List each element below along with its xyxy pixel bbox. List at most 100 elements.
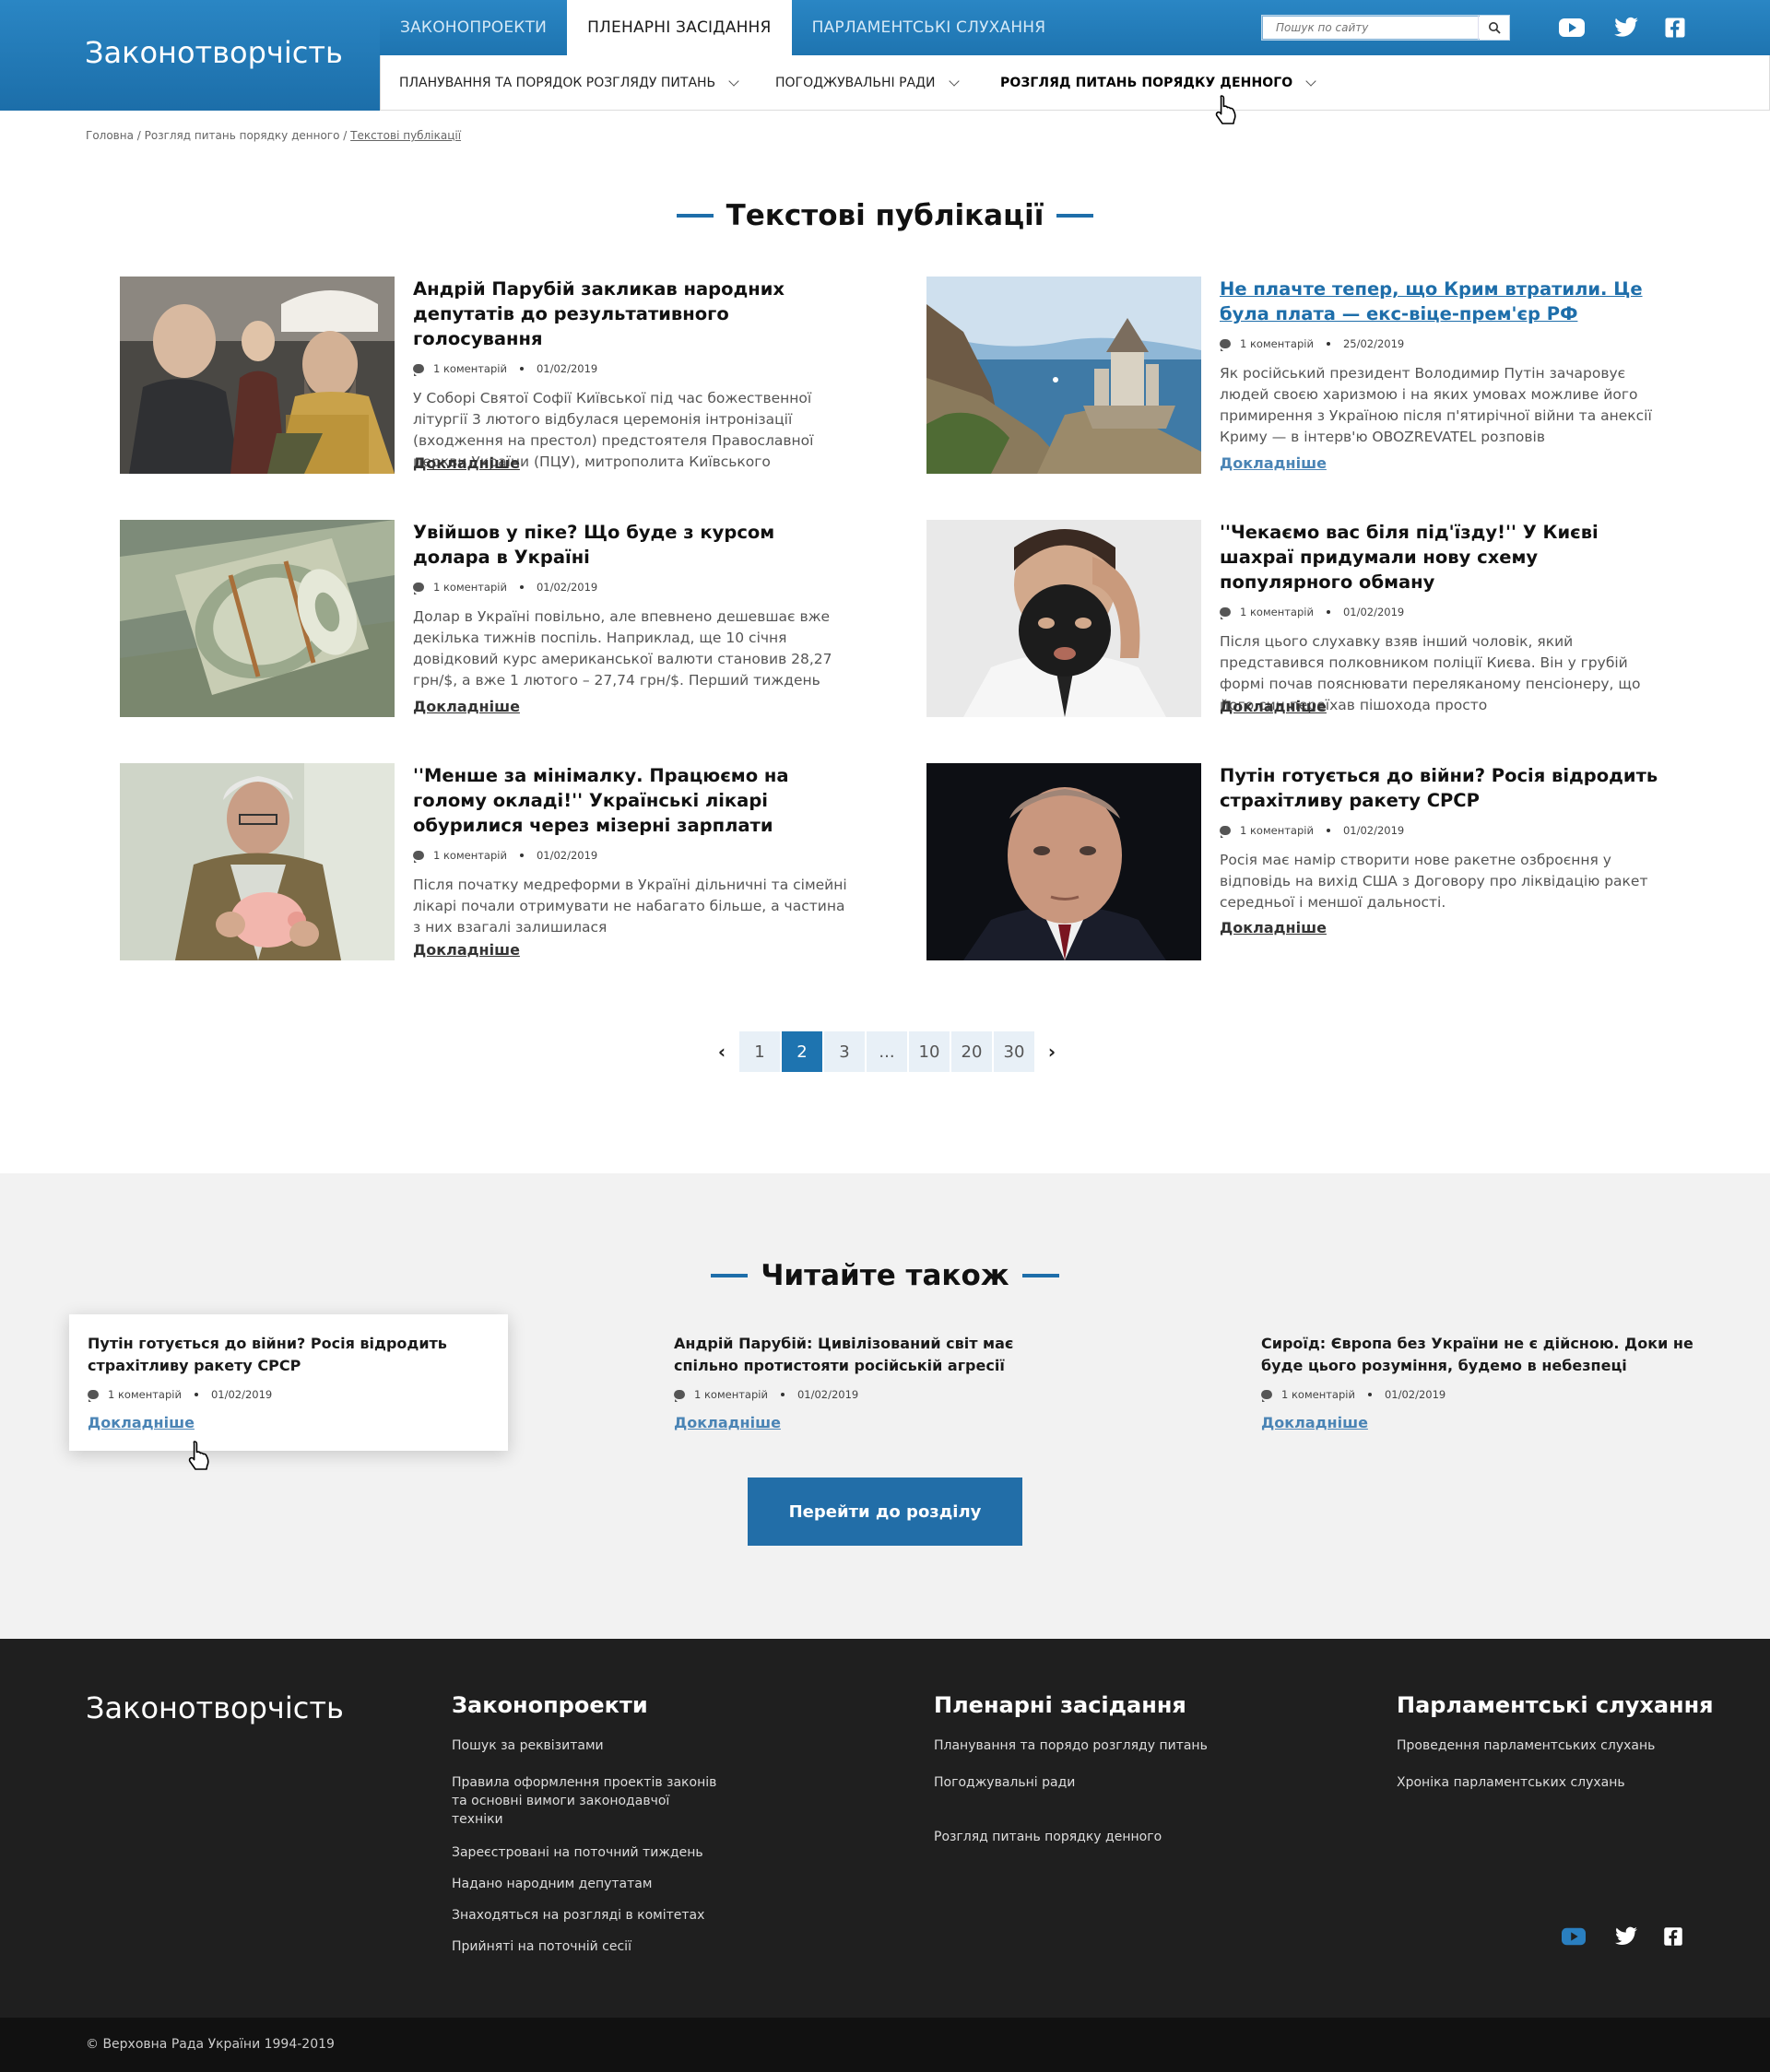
meta-separator: [780, 1393, 785, 1396]
pagination-prev-button[interactable]: ‹: [706, 1031, 738, 1072]
chevron-down-icon: [728, 75, 739, 87]
article-image-castle[interactable]: [926, 277, 1201, 474]
site-logo[interactable]: Законотворчість: [0, 0, 380, 111]
search-input[interactable]: [1262, 16, 1480, 40]
card-title[interactable]: Андрій Парубій: Цивілізований світ має с…: [674, 1333, 1076, 1377]
pagination-page[interactable]: 1: [739, 1031, 780, 1072]
breadcrumb-home[interactable]: Головна: [86, 129, 134, 142]
article-image-portrait[interactable]: [926, 763, 1201, 960]
copyright-text: © Верховна Рада України 1994-2019: [86, 2037, 335, 2052]
article-body: Андрій Парубій закликав народних депутат…: [413, 277, 856, 473]
article-body: Путін готується до війни? Росія відродит…: [1220, 763, 1662, 913]
article-title[interactable]: Увійшов у піке? Що буде з курсом долара …: [413, 520, 856, 570]
pagination-page[interactable]: 30: [994, 1031, 1034, 1072]
go-to-section-button[interactable]: Перейти до розділу: [748, 1477, 1022, 1546]
read-more-link[interactable]: Докладніше: [1220, 698, 1327, 715]
article-meta: 1 коментарій 01/02/2019: [413, 581, 856, 595]
breadcrumb-current[interactable]: Текстові публікації: [350, 129, 461, 142]
article-image-mask[interactable]: [926, 520, 1201, 717]
twitter-icon[interactable]: [1612, 15, 1640, 41]
read-also-card[interactable]: Путін готується до війни? Росія відродит…: [69, 1314, 508, 1451]
comment-count: 1 коментарій: [108, 1388, 182, 1401]
article-body: Увійшов у піке? Що буде з курсом долара …: [413, 520, 856, 691]
article-title[interactable]: Андрій Парубій закликав народних депутат…: [413, 277, 856, 351]
meta-separator: [1326, 342, 1330, 346]
tab-zakonoproekty[interactable]: ЗАКОНОПРОЕКТИ: [380, 0, 567, 55]
article-date: 01/02/2019: [536, 849, 598, 862]
article-excerpt: Росія має намір створити нове ракетне оз…: [1220, 852, 1648, 911]
pagination-next-button[interactable]: ›: [1036, 1031, 1068, 1072]
article-body: ''Менше за мінімалку. Працюємо на голому…: [413, 763, 856, 938]
footer-link[interactable]: Розгляд питань порядку денного: [934, 1828, 1208, 1846]
read-also-card[interactable]: Сироїд: Європа без України не є дійсною.…: [1243, 1314, 1722, 1451]
footer-column-title: Законопроекти: [452, 1692, 648, 1718]
article-image-dollars[interactable]: [120, 520, 395, 717]
read-more-link[interactable]: Докладніше: [1261, 1414, 1368, 1431]
article-title[interactable]: Не плачте тепер, що Крим втратили. Це бу…: [1220, 277, 1662, 326]
footer-link[interactable]: Знаходяться на розгляді в комітетах: [452, 1906, 719, 1925]
card-title[interactable]: Сироїд: Європа без України не є дійсною.…: [1261, 1333, 1704, 1377]
article-image-clergy[interactable]: [120, 277, 395, 474]
footer-twitter-icon[interactable]: [1613, 1925, 1639, 1952]
search-box: [1261, 15, 1510, 41]
card-meta: 1 коментарій 01/02/2019: [674, 1388, 1076, 1402]
footer-link[interactable]: Проведення парламентських слухань: [1397, 1736, 1714, 1755]
breadcrumb: Головна / Розгляд питань порядку денного…: [86, 129, 461, 142]
tab-parliamentary-hearings[interactable]: ПАРЛАМЕНТСЬКІ СЛУХАННЯ: [792, 0, 1067, 55]
comment-count: 1 коментарій: [1240, 606, 1314, 618]
comment-count: 1 коментарій: [1240, 337, 1314, 350]
subnav-agenda-review[interactable]: РОЗГЛЯД ПИТАНЬ ПОРЯДКУ ДЕННОГО: [1000, 55, 1316, 111]
comment-icon: [413, 851, 424, 863]
card-meta: 1 коментарій 01/02/2019: [1261, 1388, 1704, 1402]
comment-icon: [1220, 607, 1231, 619]
page-title: Текстові публікації: [0, 199, 1770, 232]
card-title[interactable]: Путін готується до війни? Росія відродит…: [88, 1333, 490, 1377]
read-more-link[interactable]: Докладніше: [88, 1414, 195, 1431]
read-also-title: Читайте також: [0, 1259, 1770, 1292]
read-more-link[interactable]: Докладніше: [413, 454, 520, 472]
pagination-page[interactable]: 10: [909, 1031, 950, 1072]
meta-separator: [1326, 610, 1330, 614]
meta-separator: [519, 367, 524, 371]
read-more-link[interactable]: Докладніше: [413, 941, 520, 959]
chevron-down-icon: [1305, 75, 1316, 87]
footer-link[interactable]: Планування та порядо розгляду питань: [934, 1736, 1208, 1755]
article-title[interactable]: ''Менше за мінімалку. Працюємо на голому…: [413, 763, 856, 838]
article-card: Не плачте тепер, що Крим втратили. Це бу…: [926, 277, 1664, 475]
footer-facebook-icon[interactable]: [1661, 1925, 1685, 1952]
read-more-link[interactable]: Докладніше: [674, 1414, 781, 1431]
footer-logo[interactable]: Законотворчість: [86, 1690, 344, 1725]
facebook-icon[interactable]: [1661, 15, 1689, 41]
article-excerpt: Після початку медреформи в Україні дільн…: [413, 877, 847, 936]
search-button[interactable]: [1478, 16, 1509, 40]
footer-link[interactable]: Зареєстровані на поточний тиждень: [452, 1843, 719, 1862]
youtube-icon[interactable]: [1558, 15, 1586, 41]
footer-link[interactable]: Хроніка парламентських слухань: [1397, 1773, 1714, 1792]
pagination-ellipsis: ...: [867, 1031, 907, 1072]
read-also-card[interactable]: Андрій Парубій: Цивілізований світ має с…: [655, 1314, 1094, 1451]
footer-youtube-icon[interactable]: [1560, 1925, 1587, 1952]
subnav-planning[interactable]: ПЛАНУВАННЯ ТА ПОРЯДОК РОЗГЛЯДУ ПИТАНЬ: [399, 55, 739, 111]
article-card: ''Менше за мінімалку. Працюємо на голому…: [120, 763, 857, 961]
tab-plenary-sessions[interactable]: ПЛЕНАРНІ ЗАСІДАННЯ: [567, 0, 792, 55]
footer-link[interactable]: Пошук за реквізитами: [452, 1736, 719, 1755]
article-title[interactable]: Путін готується до війни? Росія відродит…: [1220, 763, 1662, 813]
read-more-link[interactable]: Докладніше: [1220, 919, 1327, 936]
hand-cursor-icon: [1215, 95, 1236, 124]
article-title[interactable]: ''Чекаємо вас біля під'їзду!'' У Києві ш…: [1220, 520, 1662, 595]
subnav-conciliation-councils[interactable]: ПОГОДЖУВАЛЬНІ РАДИ: [775, 55, 960, 111]
comment-count: 1 коментарій: [1240, 824, 1314, 837]
pagination-page-current[interactable]: 2: [782, 1031, 822, 1072]
footer-link[interactable]: Надано народним депутатам: [452, 1875, 719, 1893]
pagination-page[interactable]: 3: [824, 1031, 865, 1072]
article-image-piggybank[interactable]: [120, 763, 395, 960]
footer-column-title: Пленарні засідання: [934, 1692, 1186, 1718]
read-more-link[interactable]: Докладніше: [1220, 454, 1327, 472]
footer-link[interactable]: Правила оформлення проектів законів та о…: [452, 1773, 719, 1829]
comment-count: 1 коментарій: [433, 362, 507, 375]
breadcrumb-agenda[interactable]: Розгляд питань порядку денного: [145, 129, 340, 142]
footer-link[interactable]: Прийняті на поточній сесії: [452, 1937, 719, 1956]
pagination-page[interactable]: 20: [951, 1031, 992, 1072]
footer-link[interactable]: Погоджувальні ради: [934, 1773, 1208, 1792]
read-more-link[interactable]: Докладніше: [413, 698, 520, 715]
